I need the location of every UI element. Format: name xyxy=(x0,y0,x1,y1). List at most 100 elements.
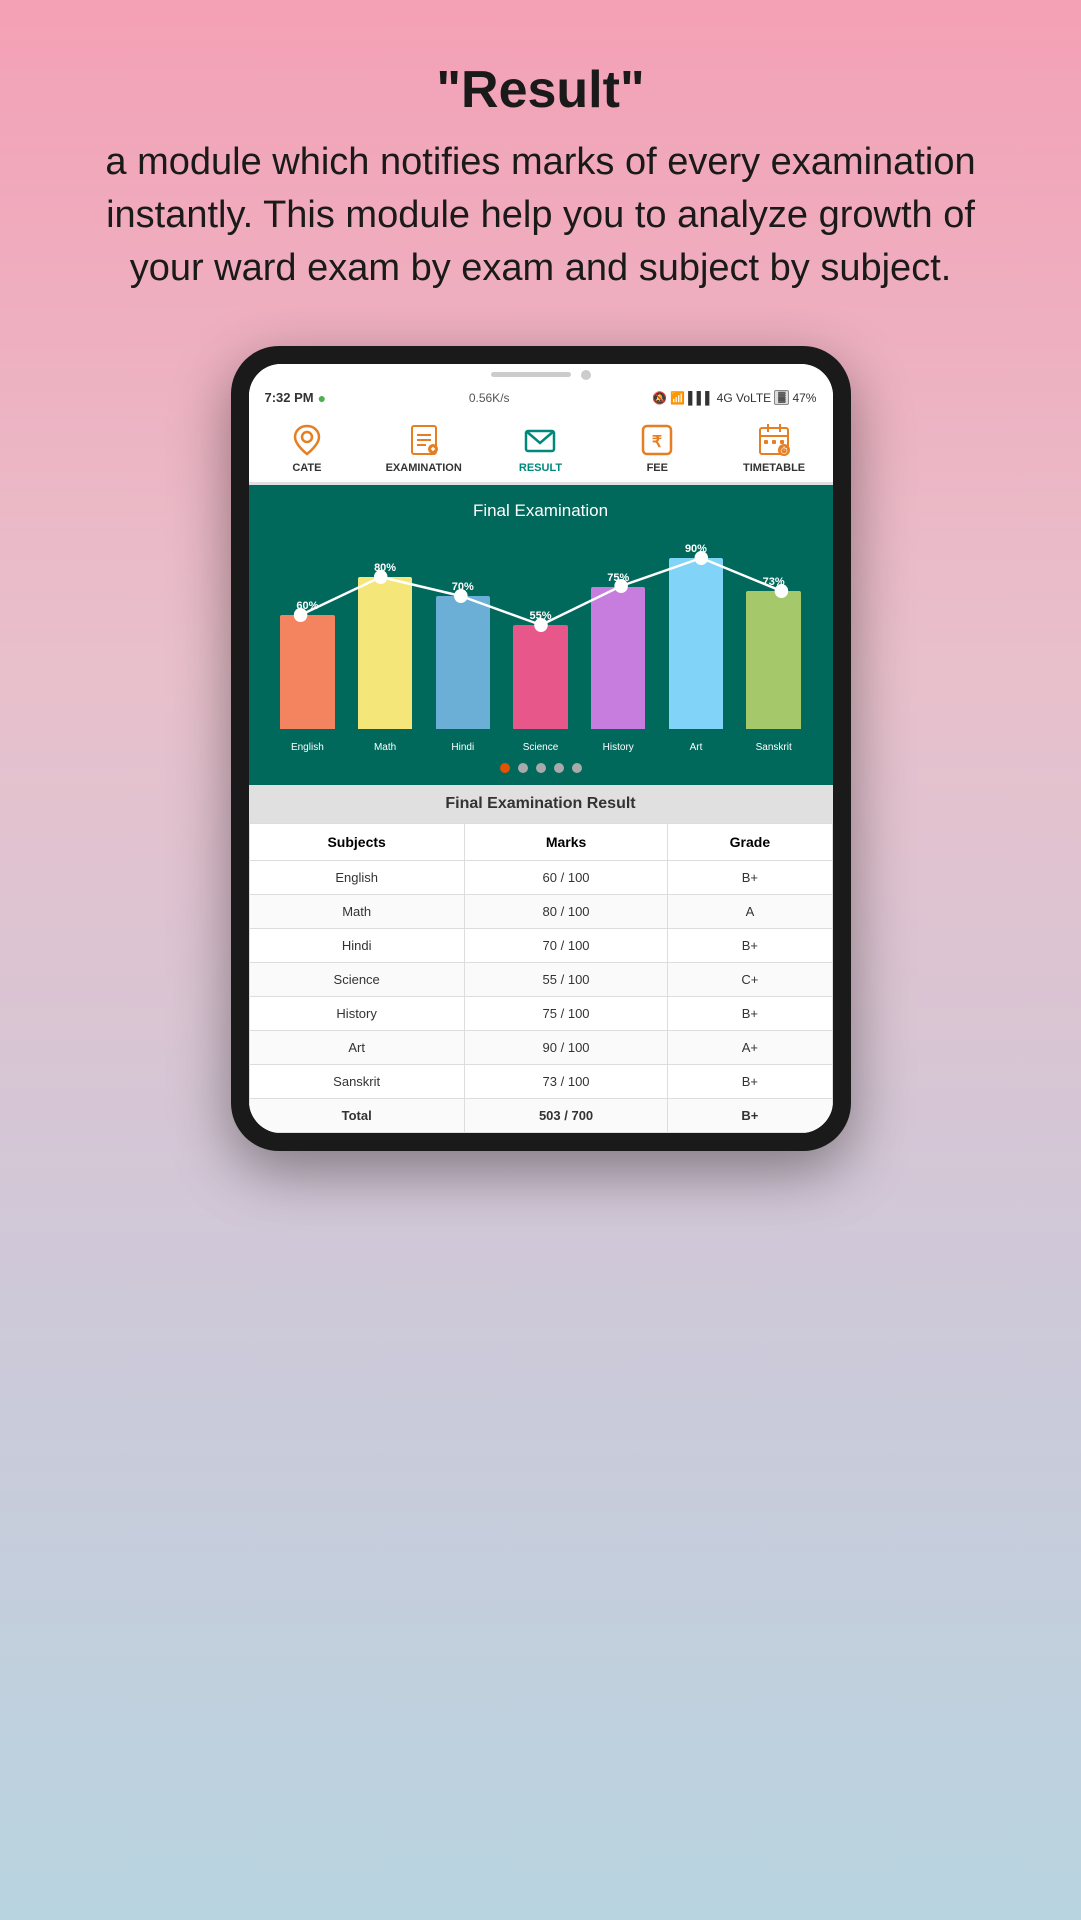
bar-sanskrit: 73% xyxy=(735,539,813,729)
nav-item-timetable[interactable]: ⏱ TIMETABLE xyxy=(716,412,833,482)
battery-pct: 47% xyxy=(792,391,816,405)
speaker-bar xyxy=(491,372,571,377)
result-envelope-icon xyxy=(522,422,558,458)
cell-grade: B+ xyxy=(668,996,832,1030)
label-science: Science xyxy=(502,742,580,753)
table-row: Art90 / 100A+ xyxy=(249,1030,832,1064)
table-row: Total503 / 700B+ xyxy=(249,1098,832,1132)
result-section-title: Final Examination Result xyxy=(249,785,833,823)
dot-2[interactable] xyxy=(518,763,528,773)
cell-subject: History xyxy=(249,996,464,1030)
cell-marks: 60 / 100 xyxy=(464,860,667,894)
cell-grade: B+ xyxy=(668,928,832,962)
phone-mockup: 7:32 PM ● 0.56K/s 🔕 📶 ▌▌▌ 4G VoLTE ▓ 47% xyxy=(0,346,1081,1151)
chart-labels: English Math Hindi Science History Art S… xyxy=(261,742,821,753)
volte-label: 4G VoLTE xyxy=(717,391,771,405)
bar-chart: 60% 80% 70% xyxy=(261,533,821,753)
timetable-calendar-icon: ⏱ xyxy=(756,422,792,458)
nav-label-result: RESULT xyxy=(519,462,562,474)
cell-subject: Science xyxy=(249,962,464,996)
chart-section: Final Examination 60% 80% xyxy=(249,485,833,785)
bar-english: 60% xyxy=(269,539,347,729)
status-icons: 🔕 📶 ▌▌▌ 4G VoLTE ▓ 47% xyxy=(652,390,816,405)
dot-5[interactable] xyxy=(572,763,582,773)
label-history: History xyxy=(579,742,657,753)
cell-marks: 90 / 100 xyxy=(464,1030,667,1064)
table-row: Math80 / 100A xyxy=(249,894,832,928)
svg-text:₹: ₹ xyxy=(652,434,662,451)
table-row: History75 / 100B+ xyxy=(249,996,832,1030)
chart-pagination-dots xyxy=(261,763,821,773)
nav-label-cate: CATE xyxy=(292,462,321,474)
cell-marks: 73 / 100 xyxy=(464,1064,667,1098)
cell-marks: 55 / 100 xyxy=(464,962,667,996)
cell-grade: B+ xyxy=(668,860,832,894)
phone-screen: 7:32 PM ● 0.56K/s 🔕 📶 ▌▌▌ 4G VoLTE ▓ 47% xyxy=(249,364,833,1133)
nav-item-fee[interactable]: ₹ FEE xyxy=(599,412,716,482)
fee-rupee-icon: ₹ xyxy=(639,422,675,458)
navigation-bar: CATE EXAMINATION xyxy=(249,412,833,485)
phone-frame: 7:32 PM ● 0.56K/s 🔕 📶 ▌▌▌ 4G VoLTE ▓ 47% xyxy=(231,346,851,1151)
bar-hindi: 70% xyxy=(424,539,502,729)
bar-art: 90% xyxy=(657,539,735,729)
bar-science: 55% xyxy=(502,539,580,729)
cell-marks: 70 / 100 xyxy=(464,928,667,962)
col-subjects: Subjects xyxy=(249,823,464,860)
battery-icon: ▓ xyxy=(774,390,789,405)
page-description: a module which notifies marks of every e… xyxy=(80,136,1001,296)
cell-marks: 75 / 100 xyxy=(464,996,667,1030)
cell-subject: Sanskrit xyxy=(249,1064,464,1098)
header-section: "Result" a module which notifies marks o… xyxy=(0,0,1081,336)
dot-1[interactable] xyxy=(500,763,510,773)
bar-history: 75% xyxy=(579,539,657,729)
label-english: English xyxy=(269,742,347,753)
table-row: Hindi70 / 100B+ xyxy=(249,928,832,962)
cell-subject: English xyxy=(249,860,464,894)
cell-marks: 503 / 700 xyxy=(464,1098,667,1132)
svg-text:⏱: ⏱ xyxy=(780,446,788,457)
nav-label-examination: EXAMINATION xyxy=(386,462,462,474)
cell-subject: Hindi xyxy=(249,928,464,962)
col-marks: Marks xyxy=(464,823,667,860)
page-title: "Result" xyxy=(80,60,1001,120)
cell-grade: A+ xyxy=(668,1030,832,1064)
label-sanskrit: Sanskrit xyxy=(735,742,813,753)
nav-item-cate[interactable]: CATE xyxy=(249,412,366,482)
bar-math: 80% xyxy=(346,539,424,729)
status-icon: ● xyxy=(318,390,326,406)
table-row: Science55 / 100C+ xyxy=(249,962,832,996)
nav-item-examination[interactable]: EXAMINATION xyxy=(365,412,482,482)
front-camera xyxy=(581,370,591,380)
table-row: Sanskrit73 / 100B+ xyxy=(249,1064,832,1098)
wifi-icon: 📶 xyxy=(670,391,685,405)
label-math: Math xyxy=(346,742,424,753)
cell-grade: B+ xyxy=(668,1064,832,1098)
cell-subject: Total xyxy=(249,1098,464,1132)
cell-grade: B+ xyxy=(668,1098,832,1132)
result-section: Final Examination Result Subjects Marks … xyxy=(249,785,833,1133)
result-table: Subjects Marks Grade English60 / 100B+Ma… xyxy=(249,823,833,1133)
status-time: 7:32 PM ● xyxy=(265,390,327,406)
cell-grade: C+ xyxy=(668,962,832,996)
cell-grade: A xyxy=(668,894,832,928)
nav-item-result[interactable]: RESULT xyxy=(482,412,599,482)
cell-marks: 80 / 100 xyxy=(464,894,667,928)
cell-subject: Art xyxy=(249,1030,464,1064)
chart-title: Final Examination xyxy=(261,501,821,521)
signal-bars: ▌▌▌ xyxy=(688,391,714,405)
exam-icon xyxy=(406,422,442,458)
silent-icon: 🔕 xyxy=(652,391,667,405)
label-hindi: Hindi xyxy=(424,742,502,753)
cell-subject: Math xyxy=(249,894,464,928)
status-network-speed: 0.56K/s xyxy=(469,391,510,405)
table-row: English60 / 100B+ xyxy=(249,860,832,894)
dot-3[interactable] xyxy=(536,763,546,773)
nav-label-fee: FEE xyxy=(647,462,668,474)
location-icon xyxy=(289,422,325,458)
status-bar: 7:32 PM ● 0.56K/s 🔕 📶 ▌▌▌ 4G VoLTE ▓ 47% xyxy=(249,384,833,412)
dot-4[interactable] xyxy=(554,763,564,773)
nav-label-timetable: TIMETABLE xyxy=(743,462,805,474)
phone-top-bar xyxy=(249,364,833,384)
col-grade: Grade xyxy=(668,823,832,860)
label-art: Art xyxy=(657,742,735,753)
